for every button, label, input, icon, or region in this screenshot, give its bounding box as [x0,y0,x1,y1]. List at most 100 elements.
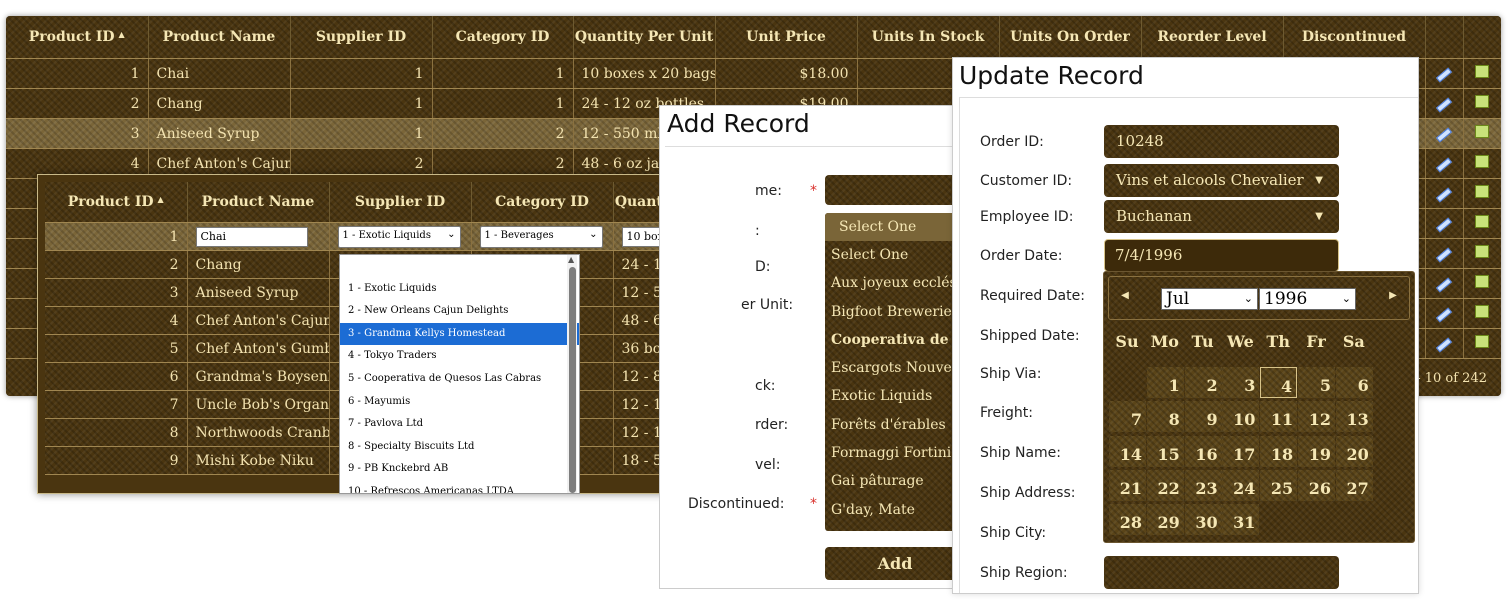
field-input[interactable] [1104,556,1339,589]
calendar-day[interactable]: 16 [1184,435,1222,467]
delete-icon[interactable] [1475,275,1489,288]
supplier-option[interactable]: Escargots Nouveaux [825,354,956,382]
calendar-day[interactable]: 26 [1298,469,1335,501]
edit-icon[interactable] [1435,127,1453,142]
calendar-day[interactable]: 15 [1146,435,1184,467]
supplier-option[interactable]: 8 - Specialty Biscuits Ltd [340,436,579,459]
delete-icon[interactable] [1475,155,1489,168]
calendar-day[interactable]: 29 [1146,504,1184,536]
delete-icon[interactable] [1475,95,1489,108]
column-header[interactable]: Category ID [471,182,614,223]
delete-icon[interactable] [1475,305,1489,318]
delete-icon[interactable] [1475,65,1489,78]
delete-icon[interactable] [1475,335,1489,348]
supplier-option[interactable]: Forêts d'érables [825,411,956,439]
column-header[interactable]: Product Name [148,16,291,59]
edit-icon[interactable] [1435,97,1453,112]
delete-icon[interactable] [1475,185,1489,198]
category-select[interactable]: 1 - Beverages ⌄ [479,225,603,248]
scroll-up-icon[interactable]: ▲ [568,255,574,264]
column-header[interactable]: Units On Order [999,16,1142,59]
calendar-day[interactable]: 17 [1222,435,1259,467]
supplier-option[interactable]: 4 - Tokyo Traders [340,345,579,368]
column-header[interactable]: Discontinued [1283,16,1426,59]
year-select[interactable]: 1996 ⌄ [1259,288,1356,310]
product-name-input[interactable] [195,226,308,247]
edit-icon[interactable] [1435,157,1453,172]
calendar-day[interactable]: 7 [1109,401,1146,433]
column-header[interactable]: Product ID ▲ [6,16,149,59]
edit-icon[interactable] [1435,337,1453,352]
next-month-icon[interactable]: ▶ [1385,288,1401,304]
date-picker[interactable]: ◀ Jul ⌄ 1996 ⌄ ▶ Su Mo Tu We Th Fr Sa 1 2 3 4 5 6 7 8 9 10… [1103,271,1415,543]
add-supplier-dropdown[interactable]: Select OneSelect OneAux joyeux ecclésias… [825,213,956,531]
column-header[interactable]: Quantity Per Unit [573,16,716,59]
column-header[interactable]: Unit Price [715,16,858,59]
field-select[interactable]: Vins et alcools Chevalier ▼ [1104,164,1339,197]
supplier-option[interactable]: 9 - PB Knckebrd AB [340,458,579,481]
edit-icon[interactable] [1435,247,1453,262]
calendar-day[interactable]: 28 [1109,504,1146,536]
calendar-day[interactable]: 3 [1222,367,1259,398]
edit-icon[interactable] [1435,307,1453,322]
delete-icon[interactable] [1475,125,1489,138]
calendar-day[interactable]: 9 [1184,401,1222,433]
supplier-option[interactable]: 1 - Exotic Liquids [340,278,579,301]
supplier-option[interactable]: Gai pâturage [825,467,956,495]
calendar-day[interactable]: 2 [1184,367,1222,398]
calendar-day[interactable]: 6 [1335,367,1373,398]
dropdown-header[interactable]: Select One [825,213,956,241]
column-header[interactable]: Units In Stock [857,16,1000,59]
edit-icon[interactable] [1435,277,1453,292]
supplier-option[interactable]: G'day, Mate [825,496,956,524]
add-button[interactable]: Add [825,547,956,580]
column-header[interactable]: Product Name [187,182,330,223]
column-header[interactable]: Product ID ▲ [45,182,188,223]
edit-icon[interactable] [1435,67,1453,82]
calendar-day[interactable]: 19 [1298,435,1335,467]
field-input[interactable]: 10248 [1104,125,1339,158]
calendar-day[interactable]: 10 [1222,401,1259,433]
calendar-day[interactable]: 12 [1298,401,1335,433]
supplier-option[interactable]: 3 - Grandma Kellys Homestead [340,322,579,346]
supplier-option[interactable]: Bigfoot Breweries [825,298,956,326]
supplier-option[interactable]: Exotic Liquids [825,382,956,410]
calendar-day[interactable]: 27 [1335,469,1373,501]
calendar-day[interactable]: 14 [1109,435,1146,467]
field-select[interactable]: Buchanan ▼ [1104,200,1339,233]
calendar-day[interactable]: 1 [1146,367,1184,398]
calendar-day[interactable]: 18 [1260,435,1297,467]
calendar-day[interactable]: 24 [1222,469,1259,501]
column-header[interactable]: Category ID [432,16,574,59]
supplier-option[interactable] [340,255,579,278]
prev-month-icon[interactable]: ◀ [1117,288,1133,304]
supplier-select[interactable]: 1 - Exotic Liquids ⌄ [337,225,461,248]
calendar-day[interactable]: 5 [1298,367,1335,398]
add-name-input[interactable] [825,175,956,205]
calendar-day[interactable]: 22 [1146,469,1184,501]
column-header[interactable]: Supplier ID [290,16,433,59]
calendar-day[interactable]: 20 [1335,435,1373,467]
column-header[interactable]: Reorder Level [1141,16,1284,59]
delete-icon[interactable] [1475,215,1489,228]
supplier-option[interactable]: 10 - Refrescos Americanas LTDA [340,481,579,493]
supplier-option[interactable]: Formaggi Fortini s.r.l. [825,439,956,467]
calendar-day[interactable]: 8 [1146,401,1184,433]
calendar-day[interactable]: 11 [1260,401,1297,433]
edit-icon[interactable] [1435,187,1453,202]
calendar-day[interactable]: 21 [1109,469,1146,501]
calendar-day[interactable]: 31 [1222,504,1259,536]
supplier-option[interactable]: Aux joyeux ecclésiastiques [825,269,956,297]
edit-icon[interactable] [1435,217,1453,232]
supplier-option[interactable]: 2 - New Orleans Cajun Delights [340,300,579,323]
calendar-day-selected[interactable]: 4 [1260,367,1298,398]
calendar-day[interactable]: 23 [1184,469,1222,501]
supplier-option[interactable]: Cooperativa de Quesos [825,326,956,354]
supplier-option[interactable]: Select One [825,241,956,269]
column-header[interactable]: Supplier ID [329,182,472,223]
field-input[interactable]: 7/4/1996 [1104,239,1339,272]
calendar-day[interactable]: 13 [1335,401,1373,433]
delete-icon[interactable] [1475,245,1489,258]
supplier-option[interactable]: 6 - Mayumis [340,391,579,414]
supplier-option[interactable]: 7 - Pavlova Ltd [340,413,579,436]
